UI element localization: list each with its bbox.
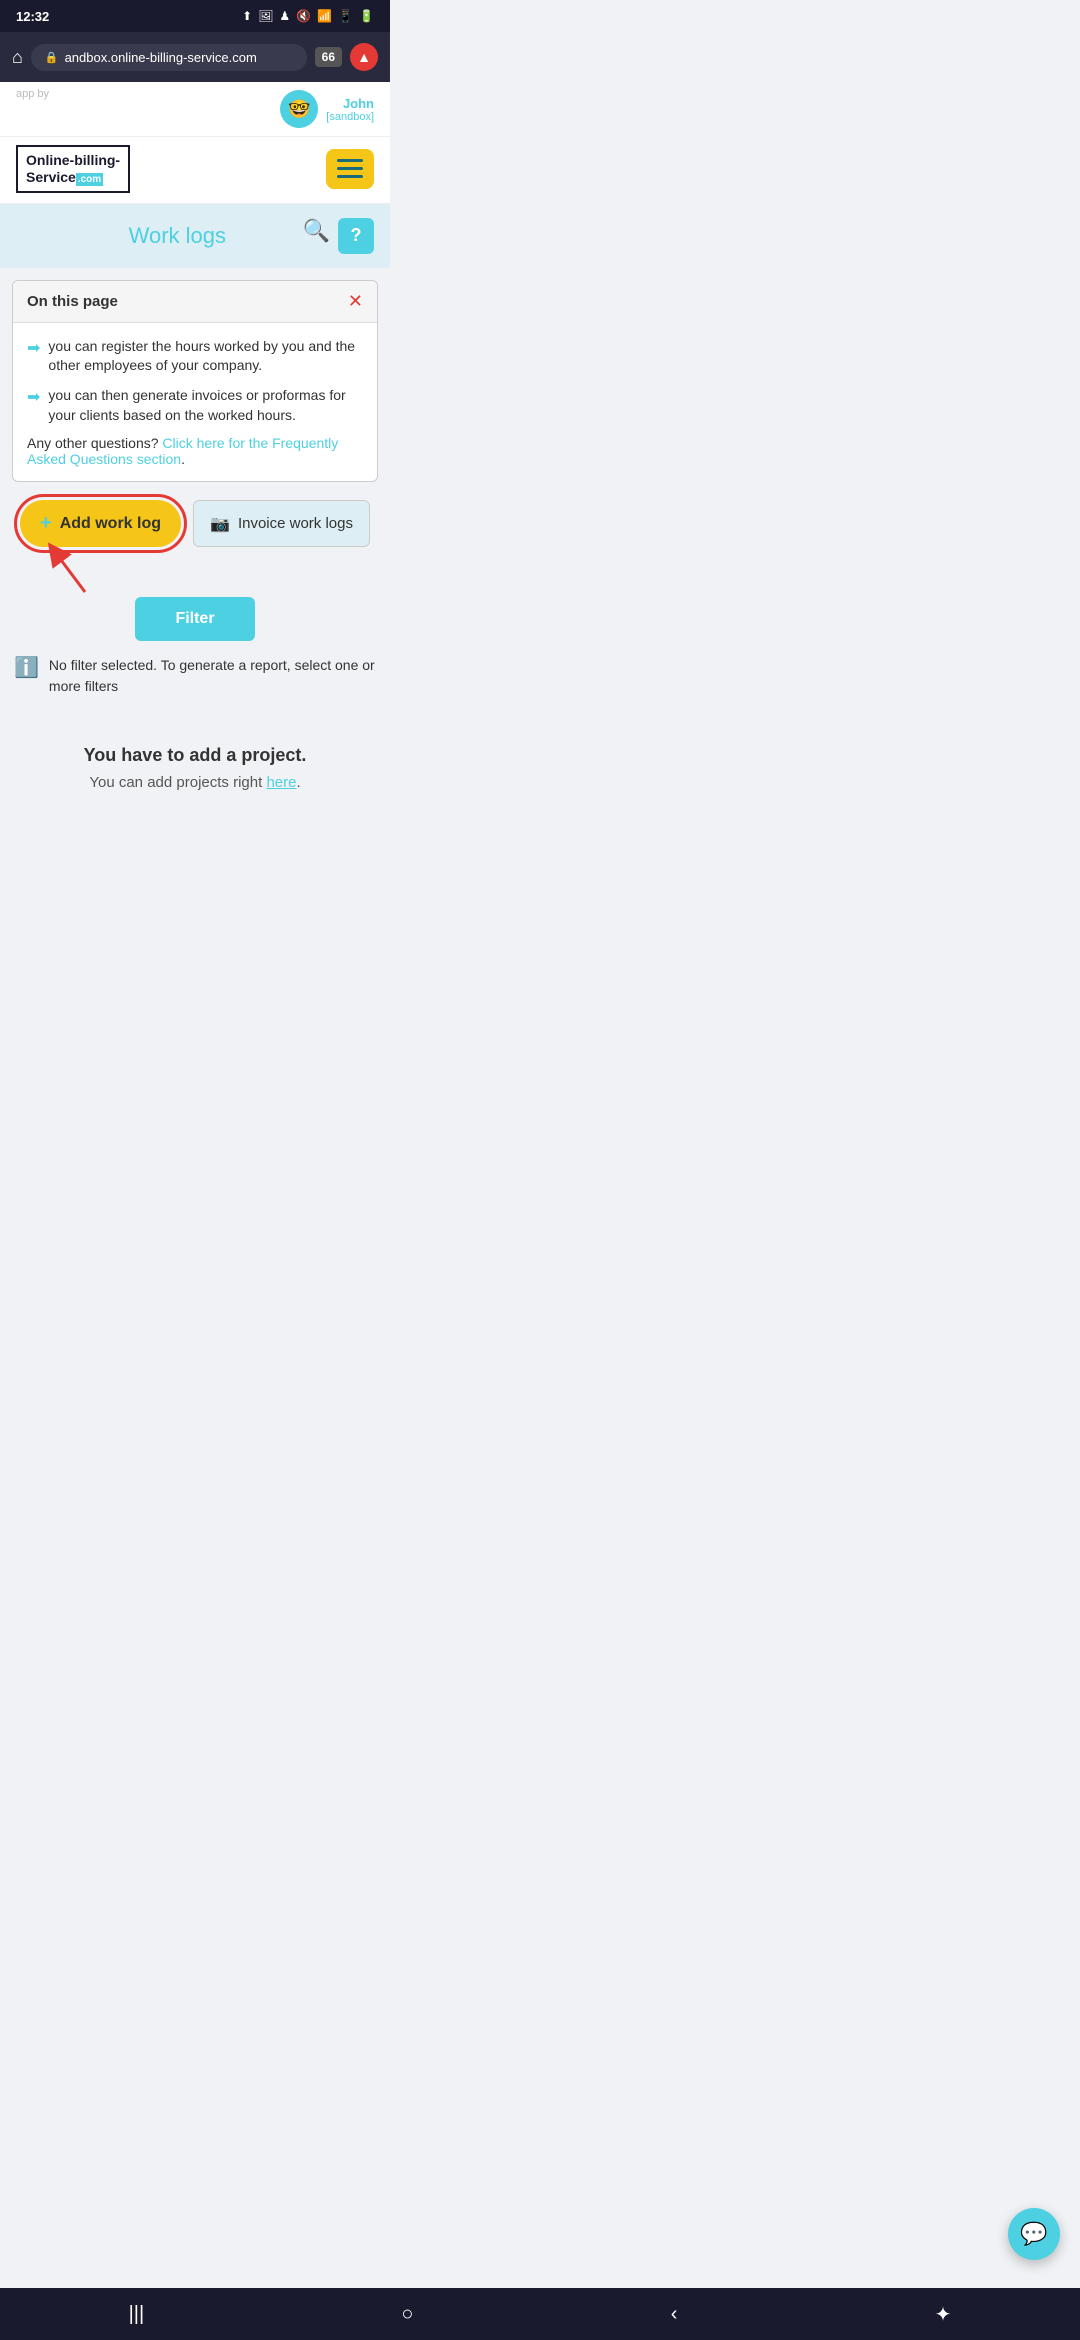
- info-box-body: ➡ you can register the hours worked by y…: [13, 323, 377, 481]
- help-button[interactable]: ?: [338, 218, 374, 254]
- upload-icon: ⬆: [242, 9, 252, 23]
- invoice-icon: 📷: [210, 514, 230, 534]
- project-msg-sub: You can add projects right here.: [20, 774, 370, 791]
- user-role: [sandbox]: [326, 111, 374, 123]
- avatar: 🤓: [280, 90, 318, 128]
- page-title-bar: Work logs 🔍 ?: [0, 204, 390, 268]
- filter-notice-text: No filter selected. To generate a report…: [49, 655, 376, 697]
- hamburger-menu-button[interactable]: [326, 149, 374, 189]
- arrow-icon-2: ➡: [27, 387, 40, 425]
- project-message: You have to add a project. You can add p…: [0, 715, 390, 821]
- project-msg-suffix: .: [296, 774, 300, 791]
- nav-back-button[interactable]: ‹: [671, 2303, 678, 2326]
- status-time: 12:32: [16, 9, 49, 24]
- status-bar: 12:32 ⬆ 🖼 ♟ 🔇 📶 📱 🔋: [0, 0, 390, 32]
- app-by-label: app by: [16, 88, 49, 100]
- project-msg-prefix: You can add projects right: [89, 774, 266, 791]
- url-bar[interactable]: 🔒 andbox.online-billing-service.com: [31, 44, 307, 71]
- hamburger-line: [337, 159, 363, 162]
- add-worklog-wrapper: + Add work log: [20, 500, 181, 547]
- tab-count[interactable]: 66: [315, 47, 342, 67]
- invoice-work-logs-label: Invoice work logs: [238, 515, 353, 532]
- header-right: 🤓 John [sandbox]: [280, 90, 374, 128]
- info-box-header: On this page ✕: [13, 281, 377, 323]
- plus-icon: +: [40, 512, 52, 535]
- info-item-2: ➡ you can then generate invoices or prof…: [27, 386, 363, 425]
- hamburger-line: [337, 167, 363, 170]
- filter-area: Filter: [12, 597, 378, 641]
- nav-accessibility-button[interactable]: ✦: [935, 2302, 952, 2327]
- nav-home-button[interactable]: ○: [401, 2303, 413, 2326]
- wifi-icon: 📶: [317, 9, 332, 23]
- faq-suffix: .: [181, 451, 185, 467]
- person-icon: ♟: [279, 9, 290, 23]
- info-box-title: On this page: [27, 293, 118, 310]
- browser-action-button[interactable]: ▲: [350, 43, 378, 71]
- invoice-work-logs-button[interactable]: 📷 Invoice work logs: [193, 500, 370, 547]
- nav-menu-button[interactable]: |||: [129, 2303, 145, 2326]
- arrow-annotation: [40, 542, 100, 602]
- title-actions: 🔍 ?: [303, 218, 374, 254]
- filter-notice: ℹ️ No filter selected. To generate a rep…: [0, 655, 390, 697]
- home-icon[interactable]: ⌂: [12, 47, 23, 68]
- info-box-close-button[interactable]: ✕: [348, 291, 363, 312]
- notice-icon: ℹ️: [14, 655, 39, 680]
- arrow-up-icon: ▲: [357, 49, 371, 65]
- logo-area: Online-billing- Service.com: [0, 137, 390, 204]
- chat-icon: 💬: [1020, 2221, 1047, 2247]
- mute-icon: 🔇: [296, 9, 311, 23]
- add-worklog-label: Add work log: [60, 515, 161, 533]
- info-text-1: you can register the hours worked by you…: [48, 337, 363, 376]
- browser-bar: ⌂ 🔒 andbox.online-billing-service.com 66…: [0, 32, 390, 82]
- add-work-log-button[interactable]: + Add work log: [20, 500, 181, 547]
- logo-text: Online-billing- Service.com: [26, 152, 120, 186]
- page-title: Work logs: [52, 223, 303, 249]
- battery-icon: 🔋: [359, 9, 374, 23]
- project-msg-title: You have to add a project.: [20, 745, 370, 766]
- info-box: On this page ✕ ➡ you can register the ho…: [12, 280, 378, 482]
- arrow-icon-1: ➡: [27, 338, 40, 376]
- url-text: andbox.online-billing-service.com: [65, 50, 257, 65]
- hamburger-line: [337, 175, 363, 178]
- project-link[interactable]: here: [266, 774, 296, 791]
- info-item-1: ➡ you can register the hours worked by y…: [27, 337, 363, 376]
- action-buttons-area: + Add work log 📷 Invoice work logs: [12, 500, 378, 547]
- user-info: John [sandbox]: [326, 96, 374, 123]
- search-button[interactable]: 🔍: [303, 218, 330, 254]
- image-icon: 🖼: [258, 9, 273, 23]
- bottom-nav: ||| ○ ‹ ✦: [0, 2288, 1080, 2340]
- faq-prefix: Any other questions?: [27, 435, 159, 451]
- user-name: John: [326, 96, 374, 111]
- lock-icon: 🔒: [45, 51, 59, 64]
- info-text-2: you can then generate invoices or profor…: [48, 386, 363, 425]
- chat-button[interactable]: 💬: [1008, 2208, 1060, 2260]
- status-icons: ⬆ 🖼 ♟ 🔇 📶 📱 🔋: [242, 9, 374, 23]
- signal-icon: 📱: [338, 9, 353, 23]
- filter-button[interactable]: Filter: [135, 597, 254, 641]
- faq-text: Any other questions? Click here for the …: [27, 435, 363, 467]
- logo: Online-billing- Service.com: [16, 145, 130, 193]
